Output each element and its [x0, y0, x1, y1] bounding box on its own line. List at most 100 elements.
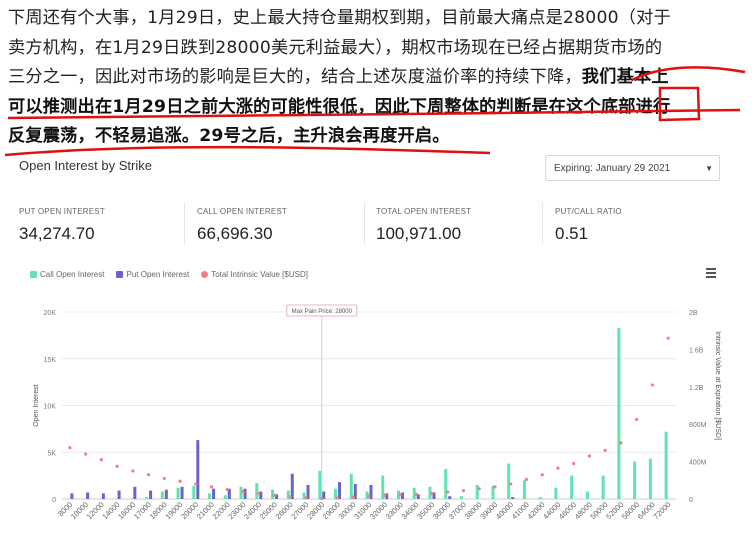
call-bar	[318, 470, 322, 499]
call-bar	[208, 493, 212, 499]
intrinsic-point	[666, 336, 670, 340]
stat-call-open-interest: CALL OPEN INTEREST 66,696.30	[197, 207, 287, 255]
put-bar	[338, 482, 342, 499]
legend-swatch	[116, 271, 124, 278]
call-bar	[349, 473, 353, 499]
call-bar	[507, 463, 511, 499]
chevron-down-icon: ▼	[705, 164, 713, 173]
call-bar	[570, 475, 574, 499]
call-bar	[145, 497, 149, 499]
legend-item-intrinsic[interactable]: Total Intrinsic Value [$USD]	[201, 270, 308, 279]
call-bar	[601, 475, 605, 499]
intrinsic-point	[225, 488, 229, 492]
stat-divider	[364, 202, 365, 244]
stat-divider	[184, 202, 185, 244]
call-bar	[255, 483, 259, 499]
intrinsic-point	[335, 496, 340, 500]
article-line-4: 可以推测出在1月29日之前大涨的可能性很低，因此下周整体的判断是在这个底部进行	[8, 93, 748, 123]
intrinsic-point	[99, 458, 103, 462]
legend-item-put[interactable]: Put Open Interest	[116, 270, 189, 279]
intrinsic-point	[603, 448, 607, 452]
legend-swatch	[30, 271, 37, 278]
y2-tick-label: 400M	[689, 460, 707, 467]
stat-divider	[542, 202, 543, 244]
intrinsic-point	[509, 482, 513, 486]
legend-label: Put Open Interest	[126, 270, 190, 279]
intrinsic-point	[398, 493, 403, 497]
intrinsic-point	[288, 495, 292, 499]
y-tick-label: 10K	[44, 404, 57, 411]
call-bar	[444, 469, 448, 499]
legend-swatch	[201, 271, 209, 278]
y2-tick-label: 2B	[689, 310, 698, 317]
intrinsic-point	[115, 464, 119, 468]
legend-label: Total Intrinsic Value [$USD]	[211, 270, 308, 279]
put-bar	[164, 489, 168, 499]
x-tick-label: 72000	[651, 500, 672, 521]
stat-label: PUT/CALL RATIO	[555, 207, 622, 216]
stat-value: 0.51	[555, 224, 589, 243]
y-tick-label: 15K	[44, 357, 57, 364]
intrinsic-point	[446, 490, 450, 494]
stat-total-open-interest: TOTAL OPEN INTEREST 100,971.00	[376, 207, 471, 255]
intrinsic-point	[367, 494, 371, 498]
put-bar	[196, 440, 200, 499]
intrinsic-point	[162, 476, 166, 481]
article-text: 下周还有个大事，1月29日，史上最大持仓量期权到期，目前最大痛点是28000（对…	[8, 4, 748, 152]
call-bar	[160, 491, 164, 499]
y2-tick-label: 1.2B	[689, 385, 704, 392]
legend-label: Call Open Interest	[40, 270, 105, 279]
intrinsic-point	[635, 417, 639, 422]
intrinsic-point	[68, 445, 72, 450]
intrinsic-point	[383, 493, 387, 497]
max-pain-label: Max Pain Price: 28000	[292, 309, 353, 315]
open-interest-chart: 0 5K 10K 15K 20K 0 400M 800M 1.2B 1.6B 2B Open Inte…	[33, 304, 721, 521]
call-bar	[648, 458, 652, 499]
call-bar	[475, 484, 479, 499]
article-line-3-plain: 三分之一，因此对市场的影响是巨大的，结合上述灰度溢价率的持续下降，	[8, 67, 582, 87]
intrinsic-point	[414, 492, 418, 496]
article-line-2: 卖方机构，在1月29日跌到28000美元利益最大），期权市场现在已经占据期货市场…	[8, 37, 663, 58]
legend-item-call[interactable]: Call Open Interest	[30, 270, 104, 279]
intrinsic-point	[477, 487, 481, 491]
put-bar	[101, 493, 105, 499]
intrinsic-point	[524, 477, 529, 481]
intrinsic-point	[461, 488, 466, 493]
intrinsic-point	[178, 479, 182, 483]
put-bar	[511, 497, 515, 499]
chart-menu-icon[interactable]	[706, 268, 716, 280]
put-bar	[212, 488, 216, 499]
article-line-1: 下周还有个大事，1月29日，史上最大持仓量期权到期，目前最大痛点是28000（对…	[8, 8, 671, 28]
put-bar	[133, 486, 137, 499]
put-bar	[117, 490, 121, 499]
stat-label: CALL OPEN INTEREST	[197, 207, 287, 216]
y2-axis-label: Intrinsic Value at Expiration [$USD]	[714, 331, 721, 440]
stat-put-open-interest: PUT OPEN INTEREST 34,274.70	[19, 207, 105, 255]
stat-value: 100,971.00	[376, 224, 462, 243]
intrinsic-point	[320, 496, 324, 501]
call-bar	[617, 327, 621, 499]
intrinsic-point	[650, 383, 654, 387]
chart-title: Open Interest by Strike	[19, 158, 152, 173]
y-tick-label: 5K	[47, 450, 56, 457]
intrinsic-point	[493, 485, 497, 489]
y2-tick-label: 1.6B	[689, 347, 704, 354]
y2-tick-label: 800M	[689, 422, 707, 429]
put-bar	[290, 473, 294, 499]
article-line-4-bold: 可以推测出在1月29日之前大涨的可能性很低，因此下周整体的判断是在这个底部进行	[8, 96, 671, 117]
call-bar	[522, 480, 526, 499]
intrinsic-point	[272, 493, 277, 497]
put-bar	[448, 496, 452, 499]
article-line-5: 反复震荡，不轻易追涨。29号之后，主升浪会再度开启。	[8, 122, 748, 152]
put-bar	[180, 486, 184, 499]
intrinsic-point	[131, 469, 135, 473]
y-tick-label: 20K	[44, 310, 57, 317]
expiry-select[interactable]: Expiring: January 29 2021 ▼	[545, 155, 720, 181]
y-axis-label: Open Interest	[33, 384, 40, 426]
call-bar	[239, 486, 243, 499]
intrinsic-point	[540, 473, 544, 477]
intrinsic-point	[194, 482, 198, 486]
call-bar	[585, 491, 589, 499]
call-bar	[664, 431, 668, 499]
call-bar	[459, 496, 463, 499]
